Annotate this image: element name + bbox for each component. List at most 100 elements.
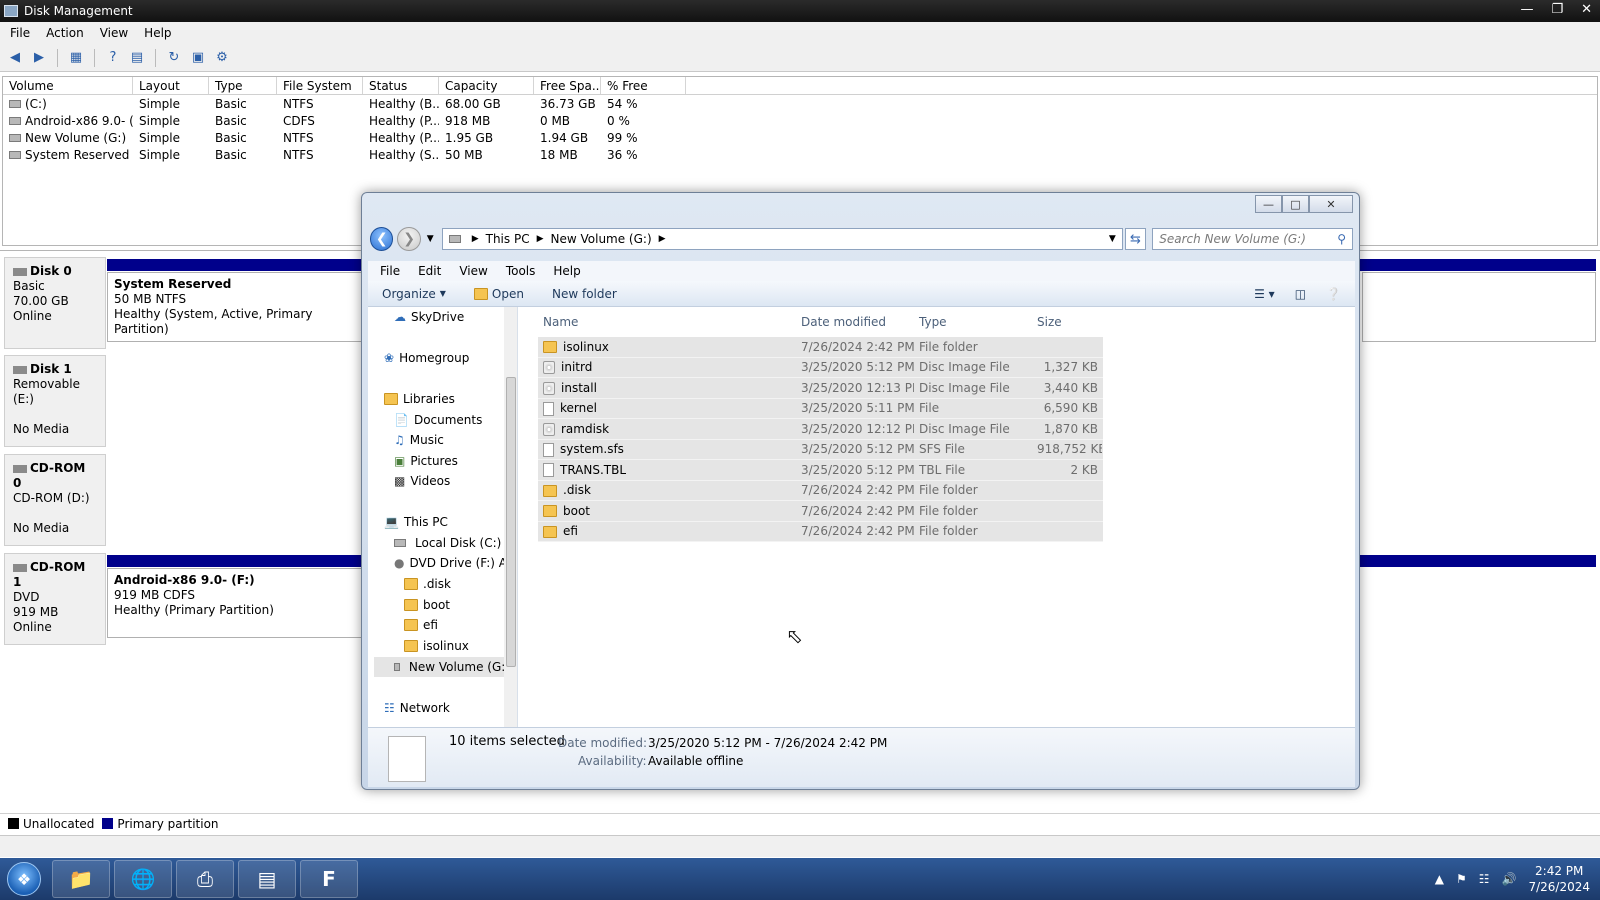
file-row[interactable]: initrd 3/25/2020 5:12 PM Disc Image File 1,…	[538, 357, 1103, 378]
search-input[interactable]: Search New Volume (G:) ⚲	[1152, 228, 1353, 250]
clock[interactable]: 2:42 PM 7/26/2024	[1528, 863, 1590, 895]
taskbar-explorer[interactable]: 📁	[52, 860, 110, 898]
rescan-disks-icon[interactable]: ▣	[189, 49, 207, 67]
forward-button[interactable]: ❯	[397, 227, 421, 251]
nav-folder-disk[interactable]: .disk	[404, 577, 451, 591]
nav-folder-boot[interactable]: boot	[404, 598, 450, 612]
nav-videos[interactable]: ▩ Videos	[394, 474, 450, 488]
help-icon[interactable]: ❔	[1326, 287, 1341, 301]
explorer-maximize-button[interactable]: □	[1282, 195, 1309, 213]
menu-view[interactable]: View	[100, 26, 128, 40]
volume-row[interactable]: Android-x86 9.0- (... Simple Basic CDFS …	[3, 112, 1597, 129]
file-row[interactable]: ramdisk 3/25/2020 12:12 PM Disc Image File…	[538, 419, 1103, 440]
minimize-button[interactable]: —	[1520, 2, 1533, 17]
back-arrow-icon[interactable]: ◀	[6, 49, 24, 67]
menu-help[interactable]: Help	[144, 26, 171, 40]
nav-dvd-drive-f[interactable]: ● DVD Drive (F:) Ar	[394, 556, 512, 570]
taskbar-browser[interactable]: 🌐	[114, 860, 172, 898]
disk-1-label[interactable]: Disk 1 Removable (E:) No Media	[4, 355, 106, 447]
explorer-close-button[interactable]: ✕	[1309, 195, 1353, 213]
change-view-icon[interactable]: ☰ ▾	[1254, 287, 1275, 301]
breadcrumb-this-pc[interactable]: This PC	[486, 232, 530, 246]
nav-libraries[interactable]: Libraries	[384, 392, 455, 406]
volume-row[interactable]: New Volume (G:) Simple Basic NTFS Health…	[3, 129, 1597, 146]
column-header-type[interactable]: Type	[209, 77, 277, 94]
taskbar-app-5[interactable]: F	[300, 860, 358, 898]
show-hidden-icons-icon[interactable]: ▲	[1435, 872, 1444, 886]
column-header-capacity[interactable]: Capacity	[439, 77, 534, 94]
breadcrumb-chevron-icon[interactable]: ▶	[659, 234, 666, 244]
menu-action[interactable]: Action	[46, 26, 84, 40]
address-bar[interactable]: ▶ This PC ▶ New Volume (G:) ▶ ▼	[441, 228, 1123, 250]
partition-android-x86[interactable]: Android-x86 9.0- (F:) 919 MB CDFS Health…	[107, 568, 367, 638]
network-icon[interactable]: ☷	[1479, 872, 1490, 886]
menu-view[interactable]: View	[459, 264, 487, 278]
cd-rom-0-label[interactable]: CD-ROM 0 CD-ROM (D:) No Media	[4, 454, 106, 546]
action-center-flag-icon[interactable]: ⚑	[1456, 872, 1467, 886]
scrollbar-thumb[interactable]	[506, 377, 516, 667]
back-button[interactable]: ❮	[370, 227, 394, 251]
recent-locations-dropdown[interactable]: ▼	[427, 234, 434, 244]
file-row[interactable]: boot 7/26/2024 2:42 PM File folder	[538, 501, 1103, 522]
column-header-size[interactable]: Size	[1032, 315, 1102, 329]
nav-skydrive[interactable]: ☁ SkyDrive	[394, 310, 464, 324]
taskbar-disk-management[interactable]: ▤	[238, 860, 296, 898]
nav-music[interactable]: ♫ Music	[394, 433, 444, 447]
nav-pictures[interactable]: ▣ Pictures	[394, 454, 458, 468]
open-button[interactable]: Open	[473, 287, 524, 301]
nav-network[interactable]: ☷ Network	[384, 701, 450, 715]
column-header-file-system[interactable]: File System	[277, 77, 363, 94]
nav-new-volume-g[interactable]: New Volume (G:)	[374, 657, 510, 677]
menu-tools[interactable]: Tools	[506, 264, 536, 278]
volume-icon[interactable]: 🔊	[1502, 872, 1517, 886]
file-row[interactable]: install 3/25/2020 12:13 PM Disc Image File…	[538, 378, 1103, 399]
column-header-layout[interactable]: Layout	[133, 77, 209, 94]
navigation-scrollbar[interactable]	[504, 307, 517, 727]
file-row[interactable]: system.sfs 3/25/2020 5:12 PM SFS File 918,7…	[538, 439, 1103, 460]
refresh-icon[interactable]: ↻	[165, 49, 183, 67]
preview-pane-icon[interactable]: ◫	[1295, 287, 1306, 301]
file-row[interactable]: .disk 7/26/2024 2:42 PM File folder	[538, 480, 1103, 501]
column-header-free-space[interactable]: Free Spa...	[534, 77, 601, 94]
partition-c-drive[interactable]	[1362, 272, 1596, 342]
column-header-date-modified[interactable]: Date modified	[796, 315, 914, 329]
organize-button[interactable]: Organize ▼	[382, 287, 446, 301]
file-row[interactable]: kernel 3/25/2020 5:11 PM File 6,590 KB	[538, 398, 1103, 419]
menu-file[interactable]: File	[380, 264, 400, 278]
taskbar-app-3[interactable]: ⎙	[176, 860, 234, 898]
column-header-volume[interactable]: Volume	[3, 77, 133, 94]
properties-icon[interactable]: ▤	[128, 49, 146, 67]
file-row[interactable]: efi 7/26/2024 2:42 PM File folder	[538, 521, 1103, 542]
column-header-name[interactable]: Name	[538, 315, 796, 329]
refresh-button[interactable]: ⇆	[1124, 228, 1147, 250]
forward-arrow-icon[interactable]: ▶	[30, 49, 48, 67]
new-folder-button[interactable]: New folder	[552, 287, 617, 301]
disk-0-label[interactable]: Disk 0 Basic 70.00 GB Online	[4, 257, 106, 349]
close-button[interactable]: ✕	[1581, 2, 1592, 17]
nav-documents[interactable]: 📄 Documents	[394, 413, 482, 427]
address-dropdown-icon[interactable]: ▼	[1109, 234, 1116, 244]
start-button[interactable]: ❖	[0, 858, 48, 900]
cd-rom-1-label[interactable]: CD-ROM 1 DVD 919 MB Online	[4, 553, 106, 645]
volume-row[interactable]: (C:) Simple Basic NTFS Healthy (B... 68.…	[3, 95, 1597, 112]
breadcrumb-new-volume[interactable]: New Volume (G:)	[551, 232, 652, 246]
file-row[interactable]: isolinux 7/26/2024 2:42 PM File folder	[538, 337, 1103, 358]
menu-help[interactable]: Help	[553, 264, 580, 278]
column-header-percent-free[interactable]: % Free	[601, 77, 686, 94]
volume-row[interactable]: System Reserved Simple Basic NTFS Health…	[3, 146, 1597, 163]
explorer-minimize-button[interactable]: —	[1255, 195, 1282, 213]
nav-folder-efi[interactable]: efi	[404, 618, 438, 632]
column-header-type[interactable]: Type	[914, 315, 1032, 329]
nav-this-pc[interactable]: 💻 This PC	[384, 515, 448, 529]
nav-folder-isolinux[interactable]: isolinux	[404, 639, 469, 653]
nav-local-disk-c[interactable]: Local Disk (C:)	[394, 536, 501, 550]
breadcrumb-chevron-icon[interactable]: ▶	[537, 234, 544, 244]
breadcrumb-chevron-icon[interactable]: ▶	[472, 234, 479, 244]
nav-homegroup[interactable]: ❀ Homegroup	[384, 351, 469, 365]
partition-system-reserved[interactable]: System Reserved 50 MB NTFS Healthy (Syst…	[107, 272, 367, 342]
file-row[interactable]: TRANS.TBL 3/25/2020 5:12 PM TBL File 2 KB	[538, 460, 1103, 481]
settings-icon[interactable]: ⚙	[213, 49, 231, 67]
menu-edit[interactable]: Edit	[418, 264, 441, 278]
help-icon[interactable]: ?	[104, 49, 122, 67]
column-header-status[interactable]: Status	[363, 77, 439, 94]
